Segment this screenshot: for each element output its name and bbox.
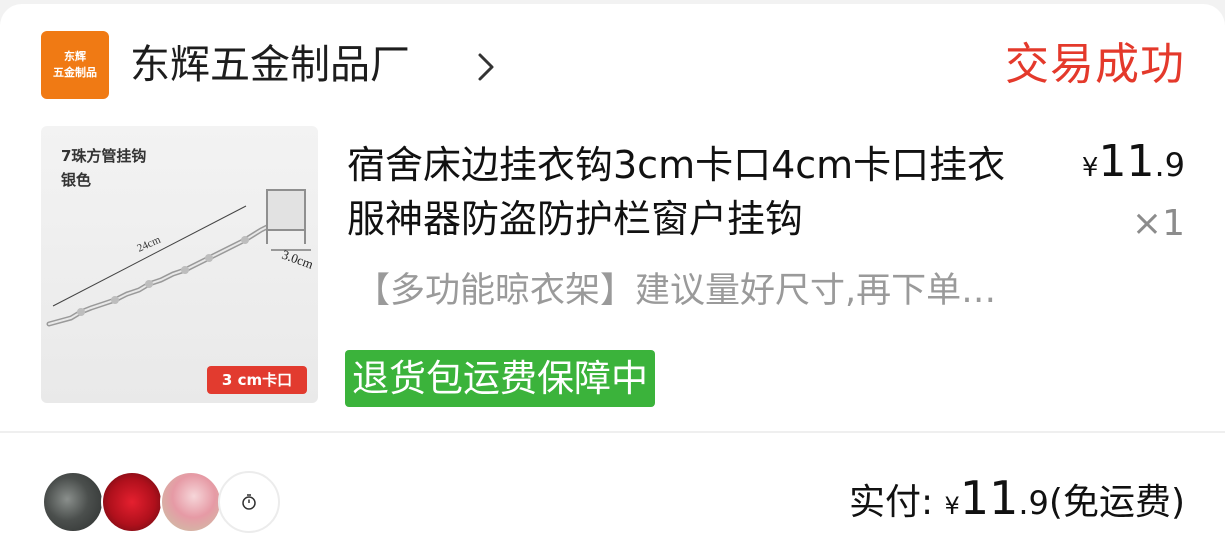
chevron-right-icon[interactable] [472, 51, 500, 83]
product-image[interactable]: 24cm 3.0cm 7珠方管挂钩 银色 3 cm卡口 [41, 126, 318, 403]
image-title: 7珠方管挂钩 [61, 147, 147, 165]
paid-amount: 实付: ¥11.9(免运费) [849, 471, 1185, 525]
shop-name[interactable]: 东辉五金制品厂 [130, 35, 410, 95]
divider [0, 431, 1225, 433]
product-price: ¥11.9 [1082, 136, 1185, 187]
return-shipping-badge: 退货包运费保障中 [345, 350, 655, 407]
order-status: 交易成功 [1005, 39, 1185, 90]
product-description: 【多功能晾衣架】建议量好尺寸,再下单购买 [355, 271, 1025, 311]
avatar[interactable] [160, 471, 222, 533]
product-title[interactable]: 宿舍床边挂衣钩3cm卡口4cm卡口挂衣服神器防盗防护栏窗户挂钩 [347, 138, 1007, 246]
paid-integer: 11 [959, 471, 1019, 525]
avatar-more[interactable] [218, 471, 280, 533]
paid-decimal: .9 [1018, 484, 1049, 522]
shop-logo-line1: 东辉 [64, 50, 86, 63]
shop-logo-line2: 五金制品 [53, 66, 97, 79]
image-tag: 3 cm卡口 [207, 366, 307, 394]
free-shipping-label: (免运费) [1048, 482, 1185, 523]
shop-logo[interactable]: 东辉 五金制品 [41, 31, 109, 99]
timer-icon [242, 494, 256, 510]
product-quantity: ×1 [1131, 203, 1185, 244]
price-decimal: .9 [1154, 146, 1185, 184]
price-integer: 11 [1098, 136, 1155, 187]
order-card: 东辉 五金制品 东辉五金制品厂 交易成功 24cm 3.0cm 7珠方管挂钩 银… [0, 4, 1225, 544]
avatar[interactable] [42, 471, 104, 533]
price-currency: ¥ [1081, 153, 1099, 183]
avatar[interactable] [101, 471, 163, 533]
paid-label: 实付: [848, 482, 945, 523]
image-subtitle: 银色 [61, 171, 92, 189]
paid-currency: ¥ [944, 492, 960, 520]
